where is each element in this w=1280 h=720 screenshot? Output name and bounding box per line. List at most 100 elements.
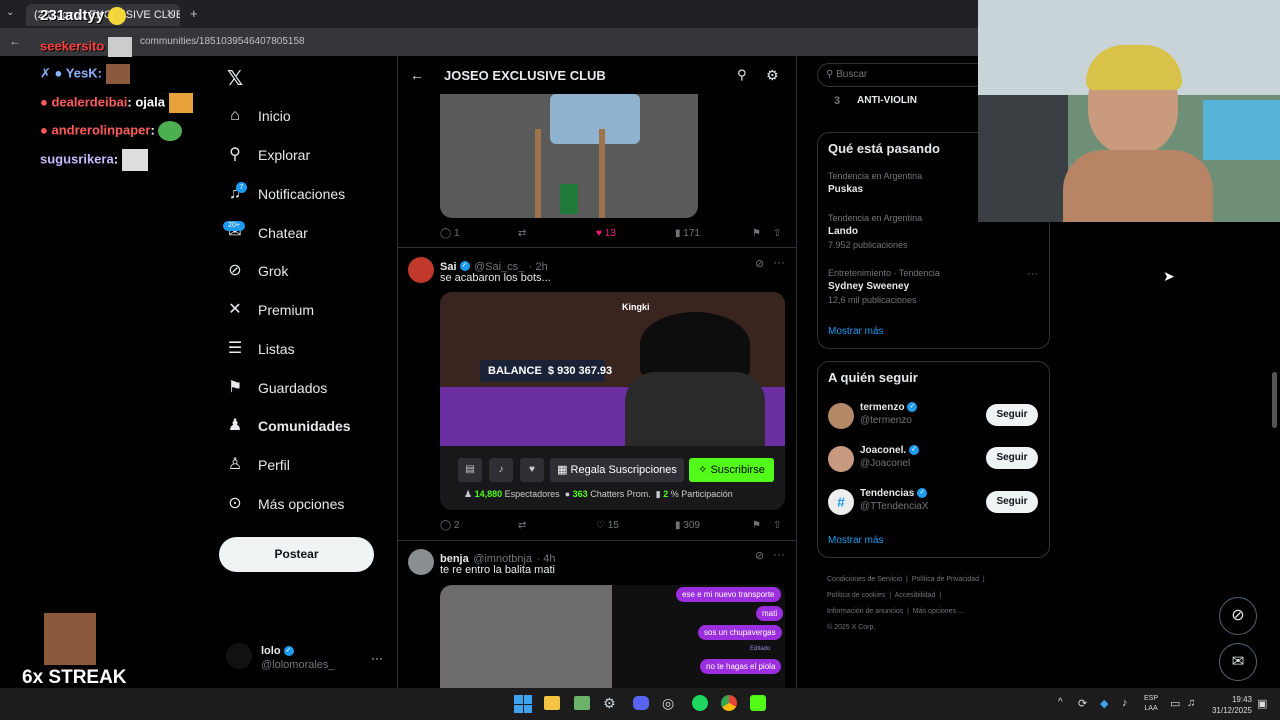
account-switcher[interactable] (226, 643, 252, 669)
subscribe-button[interactable]: ✧ Suscribirse (689, 458, 774, 482)
heart-icon[interactable]: ♥ (520, 458, 544, 482)
url-field[interactable]: communities/1851039546407805158 (140, 33, 1050, 51)
sidebar-item-perfil[interactable]: ♙ Perfil (226, 453, 290, 477)
avatar[interactable] (828, 446, 854, 472)
views-button[interactable]: ▮ 309 (675, 520, 700, 531)
search-input[interactable]: ⚲ Buscar (817, 63, 987, 87)
show-more-link[interactable]: Mostrar más (828, 326, 884, 337)
follow-suggestion[interactable]: Joaconel. ✓ @Joaconel (860, 445, 920, 469)
more-icon[interactable]: ··· (773, 547, 785, 561)
bell-icon[interactable]: ♪ (489, 458, 513, 482)
close-tab-icon[interactable]: ✕ (166, 7, 175, 20)
trend-item[interactable]: Entretenimiento · Tendencia Sydney Sween… (828, 268, 940, 305)
avatar[interactable] (408, 549, 434, 575)
sidebar-item-premium[interactable]: ✕ Premium (226, 298, 314, 322)
divider (398, 247, 796, 248)
reply-button[interactable]: ◯ 1 (440, 228, 460, 239)
gear-icon[interactable]: ⚙ (766, 67, 779, 84)
grok-post-icon[interactable]: ⊘ (755, 257, 764, 270)
chat-badge: 20+ (223, 221, 245, 231)
trend-item[interactable]: Tendencia en Argentina Puskas (828, 171, 922, 195)
share-icon[interactable]: ⇧ (773, 520, 781, 531)
post-button[interactable]: Postear (219, 537, 374, 572)
shield-icon[interactable]: ◆ (1100, 697, 1108, 710)
bookmark-icon[interactable]: ⚑ (752, 520, 761, 531)
sidebar-item-guardados[interactable]: ⚑ Guardados (226, 376, 327, 400)
back-arrow-icon[interactable]: ← (410, 67, 424, 83)
follow-suggestion[interactable]: termenzo ✓ @termenzo (860, 402, 918, 426)
steam-icon[interactable]: ⚙ (603, 695, 616, 712)
repost-icon[interactable]: ⇄ (518, 228, 526, 239)
grok-post-icon[interactable]: ⊘ (755, 549, 764, 562)
notification-icon[interactable]: ▣ (1257, 697, 1267, 710)
avatar[interactable] (408, 257, 434, 283)
footer-link[interactable]: Política de Privacidad (912, 576, 979, 583)
language-indicator[interactable]: ESP LAA (1144, 694, 1158, 714)
views-button[interactable]: ▮ 171 (675, 228, 700, 239)
grok-fab-icon[interactable]: ⊘ (1219, 597, 1257, 635)
network-icon[interactable]: ▭ (1170, 697, 1180, 710)
like-button[interactable]: ♥ 13 (596, 228, 616, 239)
footer-link[interactable]: Más opciones ... (913, 608, 964, 615)
sidebar-item-label: Más opciones (258, 496, 345, 512)
sword-icon: ✗ (40, 65, 51, 81)
follow-button[interactable]: Seguir (986, 491, 1038, 513)
spotify-icon[interactable] (692, 695, 708, 711)
gift-subs-button[interactable]: ▦ Regala Suscripciones (550, 458, 684, 482)
trend-item[interactable]: Tendencia en Argentina Lando 7.952 publi… (828, 213, 922, 250)
volume-icon[interactable]: ♫ (1187, 697, 1195, 709)
follow-suggestion[interactable]: Tendencias ✓ @TTendenciaX (860, 488, 929, 512)
sidebar-item-explorar[interactable]: ⚲ Explorar (226, 143, 310, 167)
edited-label: Editado (750, 646, 771, 652)
chat-bubble: mati (756, 606, 784, 621)
show-more-link[interactable]: Mostrar más (828, 535, 884, 546)
tray-chevron-icon[interactable]: ^ (1058, 697, 1063, 708)
clock[interactable]: 19:43 31/12/2025 (1208, 694, 1252, 716)
x-logo-icon[interactable]: 𝕏 (227, 66, 243, 91)
post-media[interactable] (440, 94, 698, 218)
chrome-icon[interactable] (721, 695, 737, 711)
post-media[interactable]: BALANCE $ 930 367.93 Kingki ▤ ♪ ♥ ▦ Rega… (440, 292, 785, 510)
kick-icon[interactable] (750, 695, 766, 711)
footer-link[interactable]: Accesibilidad (895, 592, 936, 599)
new-tab-icon[interactable]: + (190, 6, 198, 21)
search-icon[interactable]: ⚲ (737, 67, 747, 83)
trend-context: Entretenimiento · Tendencia (828, 268, 940, 278)
sidebar-item-listas[interactable]: ☰ Listas (226, 337, 295, 361)
app-icon[interactable] (574, 696, 590, 710)
scrollbar-thumb[interactable] (1272, 372, 1277, 428)
sidebar-item-mas-opciones[interactable]: ⊙ Más opciones (226, 492, 344, 516)
file-explorer-icon[interactable] (544, 696, 560, 710)
footer-link[interactable]: Información de anuncios (827, 608, 903, 615)
follow-button[interactable]: Seguir (986, 404, 1038, 426)
obs-icon[interactable]: ◎ (662, 695, 674, 712)
tab-list-icon[interactable]: ⌄ (6, 7, 14, 18)
trend-name[interactable]: ANTI-VIOLIN (857, 95, 917, 106)
repost-icon[interactable]: ⇄ (518, 520, 526, 531)
sidebar-item-comunidades[interactable]: ♟ Comunidades (226, 414, 351, 438)
post-media[interactable]: ese e mi nuevo transporte mati sos un ch… (440, 585, 785, 688)
windows-start-icon[interactable] (514, 695, 532, 713)
discord-icon[interactable] (633, 696, 649, 710)
follow-button[interactable]: Seguir (986, 447, 1038, 469)
more-icon[interactable]: ··· (773, 255, 785, 269)
sync-icon[interactable]: ⟳ (1078, 697, 1087, 710)
sidebar-item-inicio[interactable]: ⌂ Inicio (226, 104, 291, 128)
account-more-icon[interactable]: ··· (371, 651, 383, 665)
mic-icon[interactable]: ♪ (1122, 697, 1128, 709)
share-icon[interactable]: ⇧ (773, 228, 781, 239)
like-button[interactable]: ♡ 15 (596, 520, 619, 531)
footer-link[interactable]: Política de cookies (827, 592, 885, 599)
footer-link[interactable]: Condiciones de Servicio (827, 576, 902, 583)
clip-icon[interactable]: ▤ (458, 458, 482, 482)
trend-more-icon[interactable]: ··· (1027, 268, 1038, 280)
avatar[interactable] (828, 403, 854, 429)
messages-fab-icon[interactable]: ✉ (1219, 643, 1257, 681)
follow-name: Tendencias (860, 488, 915, 499)
trends-title: Qué está pasando (828, 141, 940, 156)
back-icon[interactable]: ← (9, 34, 21, 48)
reply-button[interactable]: ◯ 2 (440, 520, 460, 531)
hashtag-icon[interactable]: # (828, 489, 854, 515)
bookmark-icon[interactable]: ⚑ (752, 228, 761, 239)
sidebar-item-grok[interactable]: ⊘ Grok (226, 259, 288, 283)
